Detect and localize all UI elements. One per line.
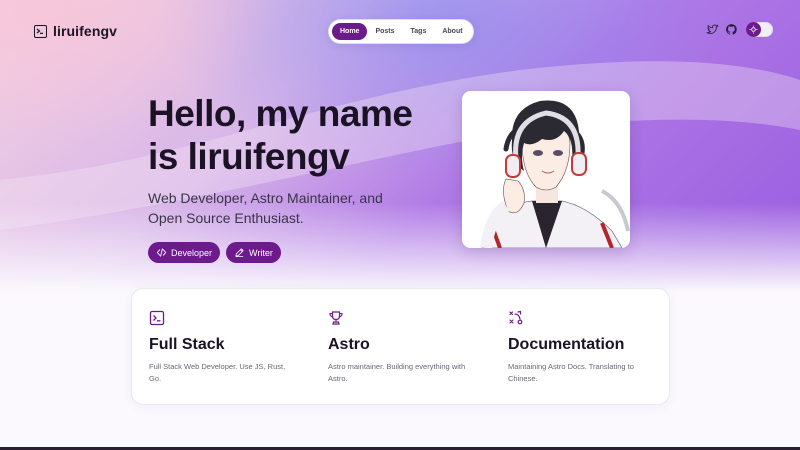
trophy-icon: [329, 311, 343, 325]
avatar: [462, 91, 630, 248]
hero-subtitle: Web Developer, Astro Maintainer, and Ope…: [148, 190, 383, 226]
tag-developer-label: Developer: [171, 247, 213, 258]
brand-name: liruifengv: [53, 23, 118, 39]
nav-tags[interactable]: Tags: [403, 23, 435, 40]
tag-writer[interactable]: Writer: [226, 242, 281, 263]
feature-description: Astro maintainer. Building everything wi…: [328, 362, 466, 383]
strategy-icon: [509, 310, 523, 325]
tag-writer-label: Writer: [249, 247, 273, 258]
features-card: Full Stack Full Stack Web Developer. Use…: [131, 288, 670, 405]
nav-home[interactable]: Home: [332, 23, 368, 40]
code-icon: [156, 248, 167, 257]
hero-section: Hello, my name is liruifengv Web Develop…: [148, 92, 448, 263]
hero-tags: Developer Writer: [148, 242, 448, 263]
avatar-illustration: [462, 91, 630, 248]
twitter-icon[interactable]: [706, 23, 719, 36]
feature-description: Maintaining Astro Docs. Translating to C…: [508, 362, 634, 383]
site-header: liruifengv Home Posts Tags About: [0, 0, 800, 64]
theme-toggle[interactable]: [746, 22, 773, 37]
hero-title: Hello, my name is liruifengv: [148, 93, 413, 177]
pencil-icon: [235, 248, 244, 258]
github-icon[interactable]: [725, 23, 738, 36]
nav-posts[interactable]: Posts: [367, 23, 402, 40]
terminal-icon: [34, 24, 47, 38]
tag-developer[interactable]: Developer: [148, 242, 221, 263]
main-nav: Home Posts Tags About: [328, 19, 474, 44]
feature-title: Astro: [328, 336, 370, 353]
nav-about[interactable]: About: [434, 23, 470, 40]
terminal-icon: [149, 310, 165, 326]
header-actions: [706, 22, 773, 37]
brand-link[interactable]: liruifengv: [34, 23, 117, 39]
feature-title: Full Stack: [149, 336, 225, 353]
feature-title: Documentation: [508, 336, 625, 353]
feature-description: Full Stack Web Developer. Use JS, Rust, …: [149, 362, 286, 383]
sun-icon: [746, 22, 761, 37]
